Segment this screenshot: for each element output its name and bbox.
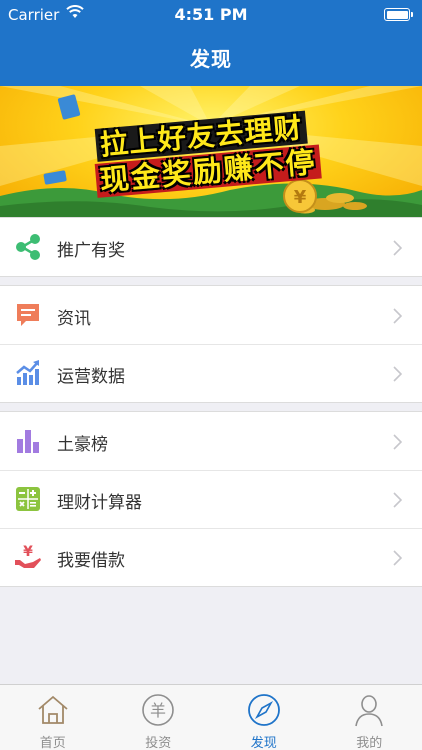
battery-icon — [384, 8, 413, 21]
bar-chart-icon — [17, 430, 39, 453]
menu-item-operations-data[interactable]: 运营数据 — [0, 344, 422, 402]
tab-home[interactable]: 首页 — [0, 685, 106, 750]
home-icon — [38, 695, 68, 724]
chevron-right-icon — [393, 366, 402, 382]
svg-text:¥: ¥ — [23, 544, 33, 560]
tab-bar: 首页 羊 投资 发现 我的 — [0, 684, 422, 750]
status-time: 4:51 PM — [174, 5, 248, 24]
menu-group-promotion: 推广有奖 — [0, 217, 422, 277]
menu-group-info: 资讯 运营数据 — [0, 285, 422, 403]
tab-discover[interactable]: 发现 — [211, 685, 317, 750]
promo-banner[interactable]: ¥ 拉上好友去理财 现金奖励赚不停 — [0, 86, 422, 217]
menu-item-label: 资讯 — [57, 309, 91, 329]
chevron-right-icon — [393, 492, 402, 508]
chevron-right-icon — [393, 434, 402, 450]
yuan-coin-icon: 羊 — [142, 694, 175, 726]
menu-group-tools: 土豪榜 理财计算器 ¥ 我要借款 — [0, 411, 422, 587]
chevron-right-icon — [393, 240, 402, 256]
message-icon — [17, 304, 39, 326]
tab-label: 我的 — [356, 736, 383, 750]
tab-label: 投资 — [145, 736, 172, 750]
menu-item-referral[interactable]: 推广有奖 — [0, 218, 422, 276]
chevron-right-icon — [393, 550, 402, 566]
menu-item-label: 土豪榜 — [57, 435, 108, 455]
menu-item-label: 我要借款 — [57, 551, 125, 571]
page-title: 发现 — [190, 47, 232, 71]
menu-item-leaderboard[interactable]: 土豪榜 — [0, 412, 422, 470]
calculator-icon — [16, 487, 40, 511]
person-icon — [355, 695, 384, 727]
trend-chart-icon — [16, 360, 39, 385]
tab-label: 首页 — [39, 736, 66, 750]
compass-icon — [247, 694, 280, 726]
loan-hand-icon: ¥ — [15, 544, 41, 568]
svg-text:羊: 羊 — [150, 701, 166, 720]
menu-item-label: 推广有奖 — [57, 241, 125, 261]
tab-label: 发现 — [250, 736, 277, 750]
menu-item-borrow[interactable]: ¥ 我要借款 — [0, 528, 422, 586]
share-icon — [16, 234, 40, 260]
menu-item-label: 运营数据 — [57, 367, 125, 387]
yuan-coin-icon: ¥ — [294, 187, 307, 208]
nav-header: Carrier 4:51 PM 发现 — [0, 0, 422, 86]
tab-mine[interactable]: 我的 — [317, 685, 422, 750]
menu-item-label: 理财计算器 — [57, 493, 142, 513]
menu-item-calculator[interactable]: 理财计算器 — [0, 470, 422, 528]
tab-invest[interactable]: 羊 投资 — [106, 685, 212, 750]
status-bar: Carrier 4:51 PM — [0, 0, 422, 30]
menu-item-news[interactable]: 资讯 — [0, 286, 422, 344]
chevron-right-icon — [393, 308, 402, 324]
